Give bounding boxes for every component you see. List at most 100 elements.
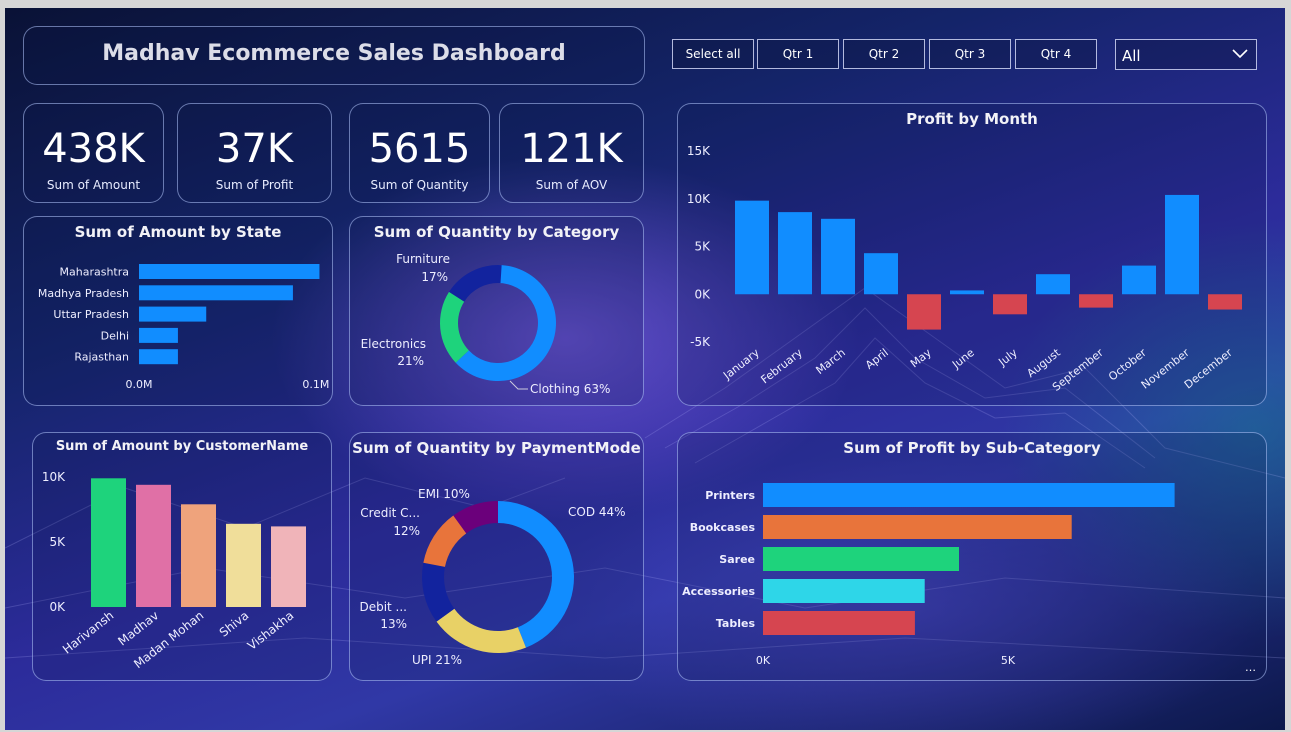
category-label: Vishakha xyxy=(245,608,296,653)
slice-label: 12% xyxy=(393,524,420,538)
chart-profit-by-subcategory: Sum of Profit by Sub-Category Printers Bo… xyxy=(677,432,1267,681)
category-label: March xyxy=(813,346,847,377)
category-label: January xyxy=(720,346,762,383)
dropdown-value: All xyxy=(1122,47,1141,65)
tick-label: 0K xyxy=(49,600,66,614)
slice-label: COD 44% xyxy=(568,505,626,519)
chevron-down-icon xyxy=(1232,49,1248,59)
kpi-label: Sum of Profit xyxy=(215,178,294,192)
chart-amount-by-customer: Sum of Amount by CustomerName 10K 5K 0K Har… xyxy=(32,432,332,681)
kpi-value: 438K xyxy=(42,126,145,172)
kpi-card-profit: 37K Sum of Profit xyxy=(177,103,332,203)
bar-june xyxy=(950,290,984,295)
category-label: Bookcases xyxy=(690,521,756,534)
tick-label: 0.1M xyxy=(302,378,329,391)
leader-line xyxy=(509,380,528,390)
state-bar-chart: Maharashtra Madhya Pradesh Uttar Pradesh De… xyxy=(38,264,329,391)
slice-label: 17% xyxy=(421,270,448,284)
kpi-card-quantity: 5615 Sum of Quantity xyxy=(349,103,490,203)
slicer-qtr1-button[interactable]: Qtr 1 xyxy=(757,39,839,69)
category-label: Maharashtra xyxy=(60,266,130,279)
kpi-label: Sum of Quantity xyxy=(370,178,469,192)
bar-rajasthan xyxy=(139,349,178,365)
category-label: Tables xyxy=(716,617,756,630)
slice-label: 21% xyxy=(397,354,424,368)
bar-may xyxy=(907,294,941,330)
kpi-value: 5615 xyxy=(368,126,471,172)
category-label: Rajasthan xyxy=(74,351,129,364)
bar-september xyxy=(1079,294,1113,308)
bar-harivansh xyxy=(91,478,126,607)
slice-furniture xyxy=(449,265,502,302)
tick-label: 5K xyxy=(1001,654,1016,667)
bar-tables xyxy=(763,611,915,635)
category-label: December xyxy=(1182,346,1235,392)
category-label: May xyxy=(908,346,934,371)
customer-bar-chart: 10K5K0KHarivansh MadhavMadan Mohan ShivaVi… xyxy=(42,470,306,671)
bar-august xyxy=(1036,274,1070,295)
slice-label: Credit C... xyxy=(360,506,420,520)
bar-march xyxy=(821,218,855,295)
slice-label: UPI 21% xyxy=(412,653,462,667)
tick-label: 5K xyxy=(694,240,711,254)
filter-dropdown[interactable]: All xyxy=(1115,39,1257,70)
slice-label: 13% xyxy=(380,617,407,631)
bar-vishakha xyxy=(271,526,306,607)
month-bar-chart: 15K 10K 5K 0K -5K JanuaryFebruary March April Ma… xyxy=(687,144,1242,394)
slice-label: Clothing 63% xyxy=(530,382,610,396)
bar-december xyxy=(1208,294,1242,310)
tick-label: -5K xyxy=(690,335,711,349)
category-label: Shiva xyxy=(217,608,252,639)
bar-july xyxy=(993,294,1027,315)
category-label: Printers xyxy=(705,489,755,502)
category-label: Uttar Pradesh xyxy=(53,308,129,321)
bar-november xyxy=(1165,194,1199,295)
kpi-card-amount: 438K Sum of Amount xyxy=(23,103,164,203)
bar-january xyxy=(735,200,769,295)
slice-label: Furniture xyxy=(396,252,450,266)
tick-label: 10K xyxy=(687,192,711,206)
bar-saree xyxy=(763,547,959,571)
kpi-value: 121K xyxy=(520,126,623,172)
tick-label: 0K xyxy=(694,287,711,301)
category-label: July xyxy=(995,346,1020,369)
bar-madhav xyxy=(136,484,171,607)
dashboard-canvas: Madhav Ecommerce Sales Dashboard Select … xyxy=(5,8,1285,730)
kpi-label: Sum of Amount xyxy=(46,178,141,192)
slice-label: EMI 10% xyxy=(418,487,470,501)
category-label: June xyxy=(949,346,977,372)
slicer-qtr4-button[interactable]: Qtr 4 xyxy=(1015,39,1097,69)
slice-upi xyxy=(436,608,526,653)
payment-donut-chart: COD 44% UPI 21% Debit ... 13% Credit C... 12%… xyxy=(359,487,626,667)
bar-april xyxy=(864,253,898,295)
slice-electronics xyxy=(440,291,469,363)
slice-label: Debit ... xyxy=(359,600,407,614)
bar-printers xyxy=(763,483,1175,507)
bar-bookcases xyxy=(763,515,1072,539)
category-label: Harivansh xyxy=(60,608,116,656)
slicer-select-all-button[interactable]: Select all xyxy=(672,39,754,69)
tick-label: 0K xyxy=(756,654,771,667)
chart-profit-by-month: Profit by Month 15K 10K 5K 0K -5K January Febr… xyxy=(677,103,1267,406)
tick-label: 15K xyxy=(687,144,711,158)
category-donut-chart: Clothing 63% Electronics 21% Furniture 17% xyxy=(361,252,611,396)
slicer-qtr3-button[interactable]: Qtr 3 xyxy=(929,39,1011,69)
title-panel: Madhav Ecommerce Sales Dashboard xyxy=(23,26,645,85)
tick-label: 5K xyxy=(49,535,66,549)
kpi-label: Sum of AOV xyxy=(535,178,608,192)
category-label: April xyxy=(863,346,891,372)
more-options-icon[interactable]: … xyxy=(1245,661,1256,674)
slice-cod xyxy=(498,501,574,648)
tick-label: 0.0M xyxy=(126,378,153,391)
tick-label: 10K xyxy=(42,470,66,484)
category-label: February xyxy=(758,346,805,387)
kpi-value: 37K xyxy=(215,126,294,172)
category-label: Saree xyxy=(719,553,755,566)
category-label: Delhi xyxy=(101,329,129,342)
bar-february xyxy=(778,212,812,295)
slicer-qtr2-button[interactable]: Qtr 2 xyxy=(843,39,925,69)
page-title: Madhav Ecommerce Sales Dashboard xyxy=(102,41,566,66)
bar-maharashtra xyxy=(139,264,320,279)
bar-uttar-pradesh xyxy=(139,306,207,322)
category-label: Accessories xyxy=(682,585,755,598)
